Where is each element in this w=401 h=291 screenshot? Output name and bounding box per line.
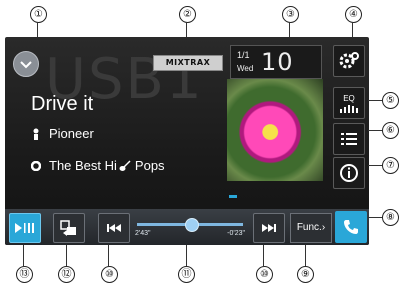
- gear-icon: [339, 52, 359, 69]
- guitar-icon: [119, 159, 131, 171]
- phone-button[interactable]: [335, 211, 367, 243]
- list-icon: [341, 133, 357, 145]
- person-icon: [33, 128, 39, 140]
- album-row: The Best Hi Pops: [31, 158, 165, 173]
- leader-9: [305, 245, 306, 266]
- genre-name: Pops: [134, 158, 165, 173]
- callout-7: ⑦: [382, 157, 399, 174]
- info-button[interactable]: [333, 157, 365, 189]
- seek-bar[interactable]: 2'43" -0'23": [133, 213, 247, 241]
- elapsed-time: 2'43": [135, 230, 151, 237]
- disc-icon: [31, 160, 41, 171]
- leader-6: [368, 130, 382, 131]
- callout-5: ⑤: [382, 92, 399, 109]
- head-unit-screen: USB1 MIXTRAX 1/1 Wed 10 03 EQ: [5, 37, 369, 245]
- album-artwork[interactable]: [227, 79, 323, 181]
- track-title: Drive it: [31, 93, 94, 115]
- callout-12: ⑫: [58, 266, 75, 283]
- callout-11: ⑪: [178, 266, 195, 283]
- next-track-button[interactable]: [253, 213, 285, 243]
- callout-2: ②: [179, 6, 196, 23]
- callout-10-left: ⑩: [101, 266, 118, 283]
- callout-3: ③: [282, 6, 299, 23]
- skip-next-icon: [262, 224, 276, 232]
- play-pause-icon: [15, 223, 34, 233]
- callout-13: ⑬: [16, 266, 33, 283]
- source-switch-button[interactable]: [53, 213, 85, 243]
- callout-1: ①: [30, 6, 47, 23]
- artwork-marker: [229, 195, 237, 198]
- callout-10-right: ⑩: [256, 266, 273, 283]
- eq-label: EQ: [343, 93, 355, 103]
- phone-icon: [344, 220, 358, 234]
- clock-display[interactable]: 1/1 Wed 10 03: [230, 45, 322, 104]
- mixtrax-badge[interactable]: MIXTRAX: [153, 55, 223, 71]
- info-icon: [340, 164, 358, 182]
- list-button[interactable]: [333, 123, 365, 155]
- seek-knob[interactable]: [185, 218, 200, 232]
- leader-11: [186, 245, 187, 266]
- callout-4: ④: [345, 6, 362, 23]
- clock-date: 1/1: [237, 50, 250, 60]
- chevron-right-icon: ›: [321, 222, 326, 233]
- remaining-time: -0'23": [227, 230, 245, 237]
- chevron-down-icon: [20, 61, 32, 69]
- settings-button[interactable]: [333, 45, 365, 77]
- leader-7: [368, 165, 382, 166]
- eq-button[interactable]: EQ: [333, 87, 365, 119]
- leader-13: [23, 245, 24, 266]
- eq-icon: [340, 104, 358, 113]
- callout-6: ⑥: [382, 122, 399, 139]
- clock-weekday: Wed: [237, 64, 254, 73]
- function-button[interactable]: Func.›: [290, 213, 332, 243]
- leader-5: [368, 100, 382, 101]
- callout-8: ⑧: [382, 209, 399, 226]
- artist-name: Pioneer: [49, 126, 94, 141]
- skip-previous-icon: [107, 224, 121, 232]
- artist-row: Pioneer: [31, 126, 94, 141]
- leader-10-right: [263, 245, 264, 266]
- leader-12: [66, 245, 67, 266]
- album-name: The Best Hi: [49, 158, 117, 173]
- callout-9: ⑨: [297, 266, 314, 283]
- previous-track-button[interactable]: [98, 213, 130, 243]
- function-label: Func.: [296, 222, 322, 233]
- leader-10-left: [108, 245, 109, 266]
- play-pause-button[interactable]: [9, 213, 41, 243]
- source-dropdown-button[interactable]: [13, 51, 39, 77]
- source-switch-icon: [60, 220, 76, 236]
- leader-8: [368, 217, 382, 218]
